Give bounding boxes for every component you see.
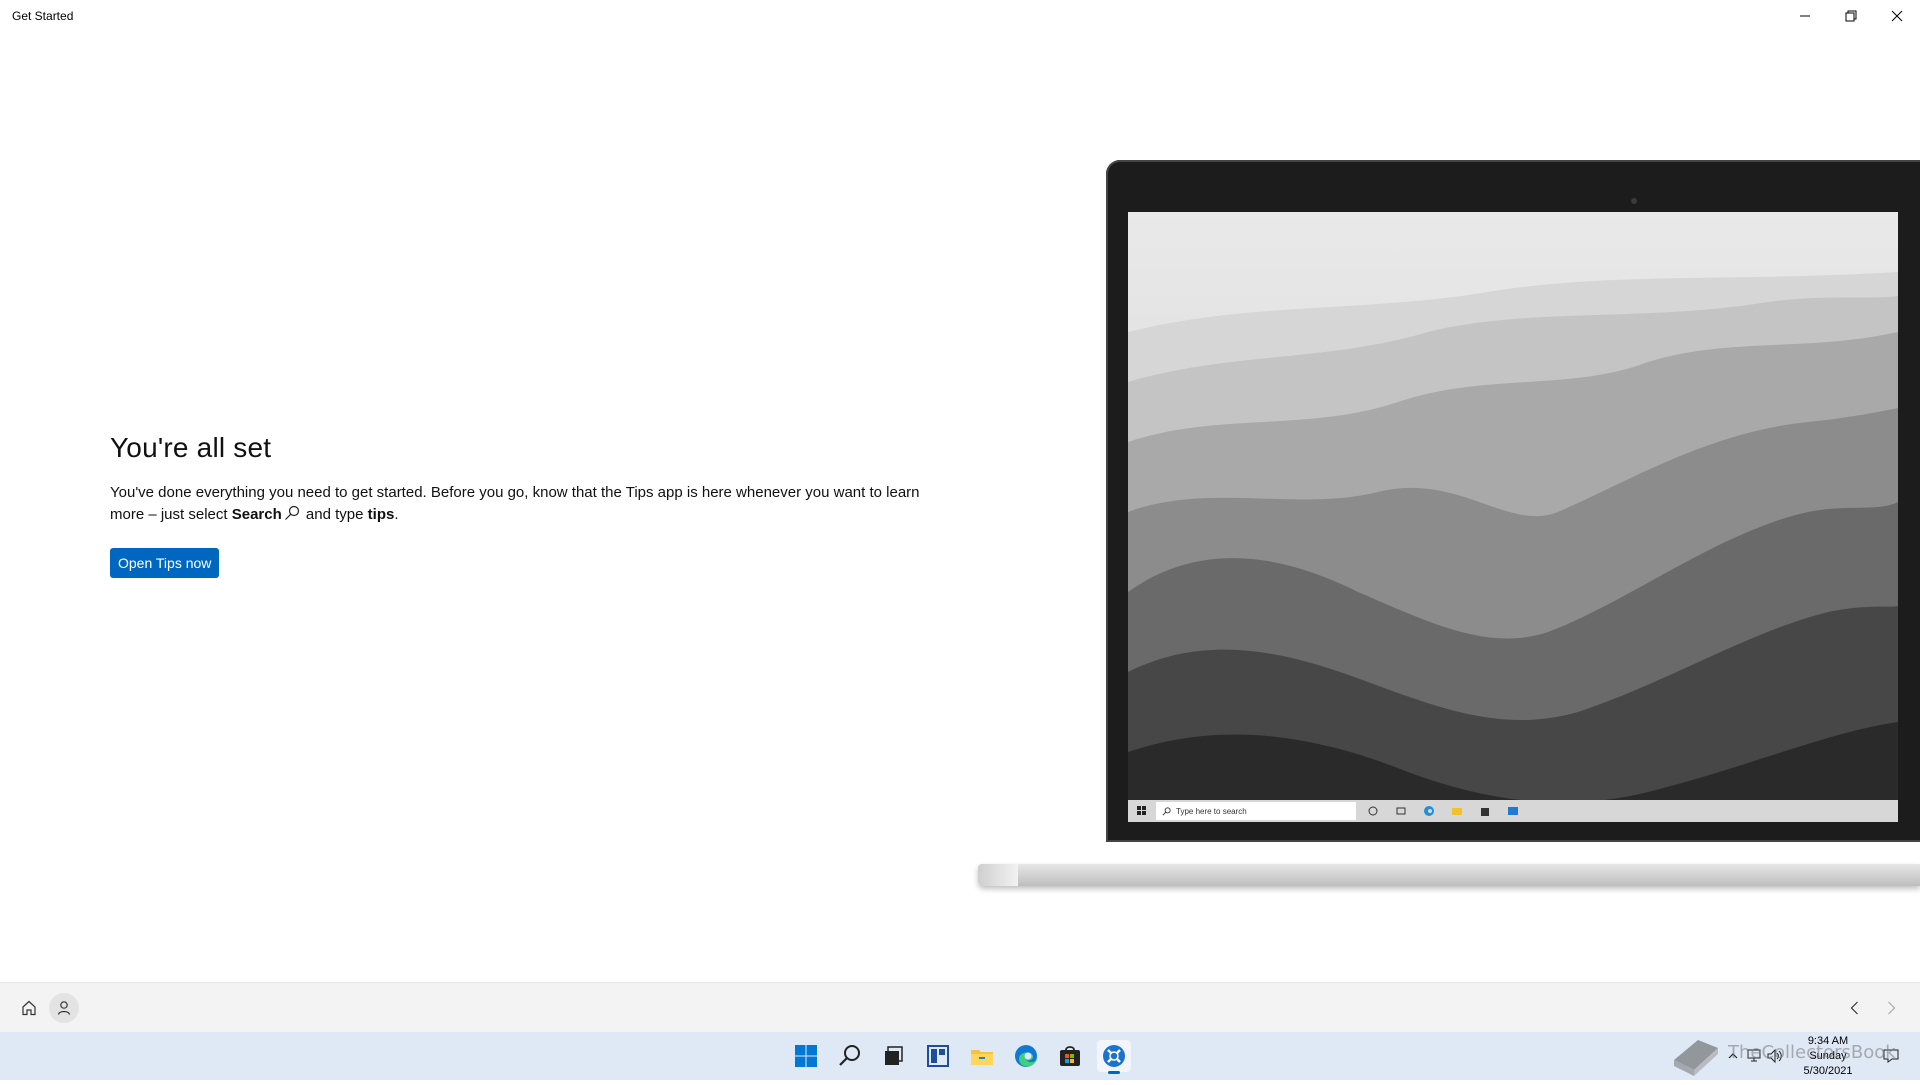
- window-title: Get Started: [12, 9, 74, 23]
- description-text-2: and type: [301, 506, 368, 523]
- illustration-start-icon: [1128, 800, 1156, 822]
- chevron-up-icon: [1728, 1053, 1738, 1059]
- illustration-edge-icon: [1418, 800, 1440, 822]
- page-title: You're all set: [110, 432, 272, 463]
- laptop-illustration: Type here to search: [978, 160, 1920, 895]
- restore-icon: [1845, 10, 1857, 22]
- network-icon: [1747, 1049, 1761, 1062]
- volume-icon: [1767, 1049, 1782, 1063]
- illustration-search-box: Type here to search: [1156, 802, 1356, 820]
- back-button[interactable]: [1840, 993, 1870, 1023]
- open-tips-button[interactable]: Open Tips now: [110, 548, 220, 578]
- camera-icon: [1631, 198, 1637, 204]
- minimize-button[interactable]: [1782, 0, 1828, 32]
- profile-button[interactable]: [49, 993, 79, 1023]
- search-icon: [839, 1045, 860, 1066]
- volume-button[interactable]: [1764, 1032, 1786, 1080]
- clock-day: Sunday: [1809, 1050, 1847, 1062]
- tips-keyword: tips: [367, 506, 395, 523]
- illustration-search-icon: [1162, 806, 1171, 815]
- home-button[interactable]: [14, 993, 44, 1023]
- edge-icon: [1015, 1045, 1037, 1067]
- restore-button[interactable]: [1828, 0, 1874, 32]
- content-area: You're all set You've done everything yo…: [0, 32, 1920, 982]
- notifications-button[interactable]: [1876, 1032, 1906, 1080]
- search-keyword: Search: [231, 506, 282, 523]
- file-explorer-icon: [971, 1050, 993, 1065]
- task-view-button[interactable]: [876, 1040, 910, 1072]
- illustration-search-placeholder: Type here to search: [1176, 806, 1247, 816]
- taskbar-search-button[interactable]: [833, 1040, 867, 1072]
- title-bar: Get Started: [0, 0, 1920, 32]
- notification-icon: [1883, 1049, 1899, 1063]
- illustration-store-icon: [1474, 800, 1496, 822]
- task-view-icon: [885, 1046, 903, 1065]
- profile-icon: [57, 1001, 71, 1015]
- hero-section: You're all set You've done everything yo…: [110, 432, 950, 578]
- illustration-folder-icon: [1446, 800, 1468, 822]
- edge-button[interactable]: [1009, 1040, 1043, 1072]
- close-icon: [1891, 10, 1903, 22]
- system-tray: [1724, 1032, 1786, 1080]
- forward-button[interactable]: [1876, 993, 1906, 1023]
- forward-icon: [1888, 1001, 1896, 1015]
- laptop-screen: Type here to search: [1128, 212, 1898, 822]
- search-icon: [284, 505, 299, 520]
- illustration-mail-icon: [1502, 800, 1524, 822]
- illustration-cortana-icon: [1362, 800, 1384, 822]
- clock-time: 9:34 AM: [1807, 1035, 1849, 1047]
- home-icon: [22, 1000, 36, 1016]
- get-started-icon: [1103, 1045, 1125, 1067]
- store-icon: [1060, 1046, 1080, 1066]
- widgets-button[interactable]: [921, 1040, 955, 1072]
- illustration-taskbar: Type here to search: [1128, 800, 1898, 822]
- taskbar-clock[interactable]: 9:34 AM Sunday 5/30/2021: [1788, 1034, 1868, 1079]
- network-button[interactable]: [1742, 1032, 1764, 1080]
- laptop-base: [978, 864, 1920, 886]
- description-end: .: [394, 506, 399, 523]
- app-navigation-bar: [0, 982, 1920, 1033]
- start-button[interactable]: [789, 1040, 823, 1072]
- back-icon: [1850, 1001, 1858, 1015]
- get-started-taskbar-button[interactable]: [1097, 1040, 1131, 1074]
- illustration-taskview-icon: [1390, 800, 1412, 822]
- windows-taskbar: 9:34 AM Sunday 5/30/2021: [0, 1032, 1920, 1080]
- file-explorer-button[interactable]: [965, 1040, 999, 1072]
- show-hidden-icons-button[interactable]: [1724, 1032, 1742, 1080]
- description: You've done everything you need to get s…: [110, 482, 950, 526]
- close-button[interactable]: [1874, 0, 1920, 32]
- windows-start-icon: [795, 1045, 817, 1067]
- mountain-landscape: [1128, 212, 1898, 822]
- widgets-icon: [927, 1045, 949, 1067]
- clock-date: 5/30/2021: [1803, 1065, 1853, 1077]
- store-button[interactable]: [1053, 1040, 1087, 1072]
- minimize-icon: [1800, 15, 1810, 17]
